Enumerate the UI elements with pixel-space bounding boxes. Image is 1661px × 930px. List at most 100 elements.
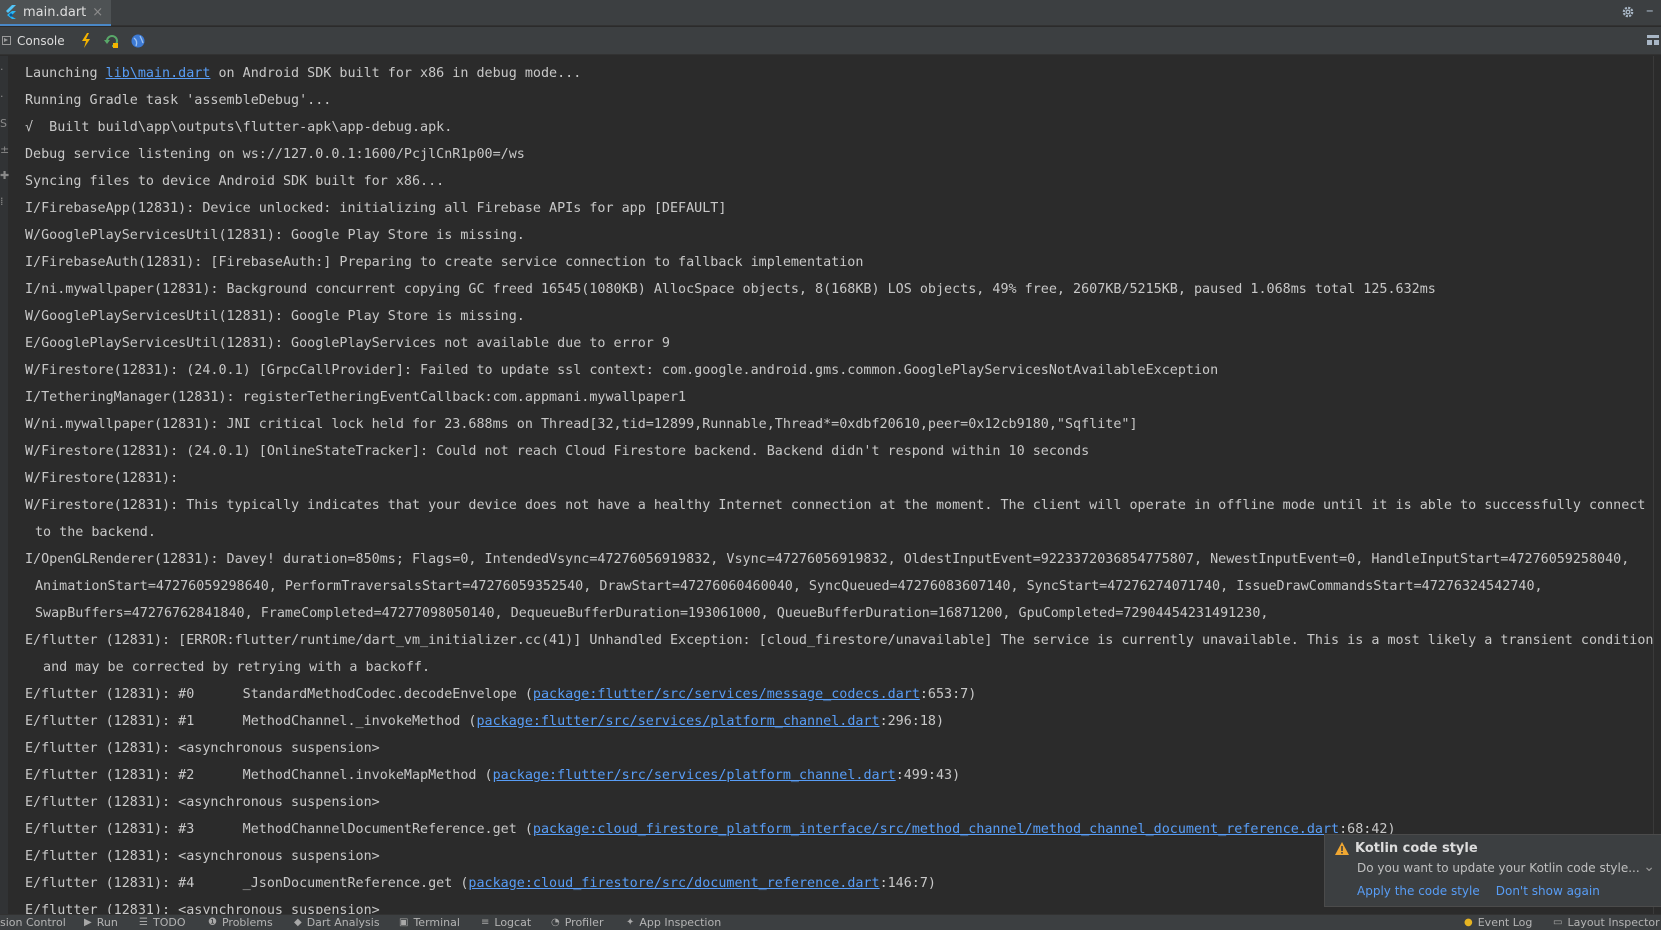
toolwin-problems[interactable]: ❶ Problems <box>208 916 273 929</box>
toolwin-profiler[interactable]: ◔ Profiler <box>551 916 603 929</box>
layout-icon[interactable] <box>1647 33 1659 47</box>
apply-code-style-link[interactable]: Apply the code style <box>1357 884 1480 898</box>
devtools-button[interactable] <box>125 27 151 55</box>
console-icon <box>2 36 11 45</box>
console-line: Syncing files to device Android SDK buil… <box>8 168 1653 195</box>
play-icon: ▶ <box>84 917 92 928</box>
console-tab-label: Console <box>17 33 65 48</box>
toolwin-todo[interactable]: ☰ TODO <box>139 916 185 929</box>
console-text: W/ni.mywallpaper(12831): JNI critical lo… <box>25 417 1138 432</box>
console-line: and may be corrected by retrying with a … <box>8 654 1653 681</box>
console-text: E/flutter (12831): <asynchronous suspens… <box>25 903 380 914</box>
console-line: W/GooglePlayServicesUtil(12831): Google … <box>8 303 1653 330</box>
toolwin-label: Dart Analysis <box>306 916 380 929</box>
gutter-glyph[interactable]: · <box>0 91 4 102</box>
toolwin-label: Terminal <box>413 916 460 929</box>
notification-title: Kotlin code style <box>1355 841 1478 856</box>
toolwin-label: TODO <box>152 916 186 929</box>
console-text: :653:7) <box>919 687 977 702</box>
console-line: W/Firestore(12831): This typically indic… <box>8 492 1653 519</box>
toolwin-event-log[interactable]: ● Event Log <box>1464 916 1532 929</box>
toolwin-run[interactable]: ▶ Run <box>84 916 118 929</box>
console-text: I/FirebaseAuth(12831): [FirebaseAuth:] P… <box>25 255 864 270</box>
console-line: SwapBuffers=47276762841840, FrameComplet… <box>8 600 1653 627</box>
hot-restart-button[interactable] <box>99 27 125 55</box>
toolwin-label: sion Control <box>0 916 66 929</box>
notification-actions: Apply the code style Don't show again <box>1357 884 1600 898</box>
close-icon[interactable]: × <box>92 5 103 20</box>
source-link[interactable]: package:cloud_firestore_platform_interfa… <box>533 822 1339 837</box>
console-text: E/flutter (12831): <asynchronous suspens… <box>25 849 380 864</box>
toolwin-logcat[interactable]: ≡ Logcat <box>481 916 531 929</box>
toolwin-version-control[interactable]: sion Control <box>0 916 66 929</box>
source-link[interactable]: package:flutter/src/services/message_cod… <box>533 687 920 702</box>
app-inspection-icon: ✦ <box>626 917 635 928</box>
console-text: Running Gradle task 'assembleDebug'... <box>25 93 332 108</box>
toolwin-dart-analysis[interactable]: ◆ Dart Analysis <box>294 916 380 929</box>
run-gutter: · · S ± ✚ ⁞ <box>0 56 9 914</box>
flutter-icon <box>6 5 16 19</box>
console-line: I/OpenGLRenderer(12831): Davey! duration… <box>8 546 1653 573</box>
console-text: E/flutter (12831): #3 MethodChannelDocum… <box>25 822 533 837</box>
toolwin-label: Event Log <box>1477 916 1533 929</box>
console-line: √ Built build\app\outputs\flutter-apk\ap… <box>8 114 1653 141</box>
gear-icon[interactable] <box>1621 5 1635 19</box>
editor-tab-main-dart[interactable]: main.dart × <box>0 0 112 26</box>
console-line: I/FirebaseApp(12831): Device unlocked: i… <box>8 195 1653 222</box>
console-tab[interactable]: Console <box>0 27 73 55</box>
console-text: :296:18) <box>879 714 945 729</box>
console-text: and may be corrected by retrying with a … <box>35 660 431 675</box>
console-text: W/Firestore(12831): <box>25 471 179 486</box>
source-link[interactable]: package:cloud_firestore/src/document_ref… <box>468 876 879 891</box>
console-text: E/flutter (12831): #1 MethodChannel._inv… <box>25 714 477 729</box>
hot-reload-button[interactable] <box>73 27 99 55</box>
vertical-scrollbar[interactable] <box>1653 56 1661 914</box>
console-text: to the backend. <box>35 525 156 540</box>
console-line: W/GooglePlayServicesUtil(12831): Google … <box>8 222 1653 249</box>
console-line: Debug service listening on ws://127.0.0.… <box>8 141 1653 168</box>
toolwin-terminal[interactable]: ▣ Terminal <box>399 916 460 929</box>
console-text: :146:7) <box>879 876 936 891</box>
console-text: :499:43) <box>895 768 961 783</box>
console-line: to the backend. <box>8 519 1653 546</box>
console-text: Debug service listening on ws://127.0.0.… <box>25 147 525 162</box>
dont-show-again-link[interactable]: Don't show again <box>1496 884 1600 898</box>
console-text: SwapBuffers=47276762841840, FrameComplet… <box>35 606 1269 621</box>
console-line: AnimationStart=47276059298640, PerformTr… <box>8 573 1653 600</box>
minimize-icon[interactable]: – <box>1646 1 1654 19</box>
chevron-down-icon[interactable]: ⌄ <box>1643 859 1655 875</box>
console-text: W/GooglePlayServicesUtil(12831): Google … <box>25 228 525 243</box>
console-line: W/ni.mywallpaper(12831): JNI critical lo… <box>8 411 1653 438</box>
console-text: I/FirebaseApp(12831): Device unlocked: i… <box>25 201 727 216</box>
toolwin-label: Problems <box>221 916 273 929</box>
run-toolbar: Console <box>0 27 1661 55</box>
profiler-icon: ◔ <box>551 917 560 928</box>
console-output[interactable]: Launching lib\main.dart on Android SDK b… <box>8 56 1653 914</box>
hot-reload-lightning-icon <box>81 33 90 48</box>
warning-icon <box>1335 842 1349 855</box>
toolwin-app-inspection[interactable]: ✦ App Inspection <box>626 916 721 929</box>
console-text: E/flutter (12831): #0 StandardMethodCode… <box>25 687 533 702</box>
toolwin-label: Layout Inspector <box>1567 916 1660 929</box>
toolwin-layout-inspector[interactable]: ▭ Layout Inspector <box>1553 916 1660 929</box>
console-text: E/GooglePlayServicesUtil(12831): GoogleP… <box>25 336 670 351</box>
console-text: E/flutter (12831): #4 _JsonDocumentRefer… <box>25 876 469 891</box>
gutter-glyph[interactable]: S <box>0 118 7 129</box>
source-link[interactable]: package:flutter/src/services/platform_ch… <box>476 714 879 729</box>
source-link[interactable]: package:flutter/src/services/platform_ch… <box>493 768 896 783</box>
notification-body: Do you want to update your Kotlin code s… <box>1357 861 1640 875</box>
console-line: W/Firestore(12831): (24.0.1) [OnlineStat… <box>8 438 1653 465</box>
console-line: I/TetheringManager(12831): registerTethe… <box>8 384 1653 411</box>
source-link[interactable]: lib\main.dart <box>106 66 211 81</box>
console-text: E/flutter (12831): <asynchronous suspens… <box>25 741 380 756</box>
gutter-glyph[interactable]: · <box>0 64 4 75</box>
console-line: E/flutter (12831): <asynchronous suspens… <box>8 735 1653 762</box>
console-text: Syncing files to device Android SDK buil… <box>25 174 445 189</box>
kotlin-code-style-notification: Kotlin code style Do you want to update … <box>1324 834 1661 907</box>
hot-restart-icon <box>103 34 118 48</box>
console-line: W/Firestore(12831): (24.0.1) [GrpcCallPr… <box>8 357 1653 384</box>
console-line: I/ni.mywallpaper(12831): Background conc… <box>8 276 1653 303</box>
console-line: E/flutter (12831): <asynchronous suspens… <box>8 789 1653 816</box>
console-text: Launching <box>25 66 106 81</box>
gutter-glyph[interactable]: ⁞ <box>0 196 4 207</box>
